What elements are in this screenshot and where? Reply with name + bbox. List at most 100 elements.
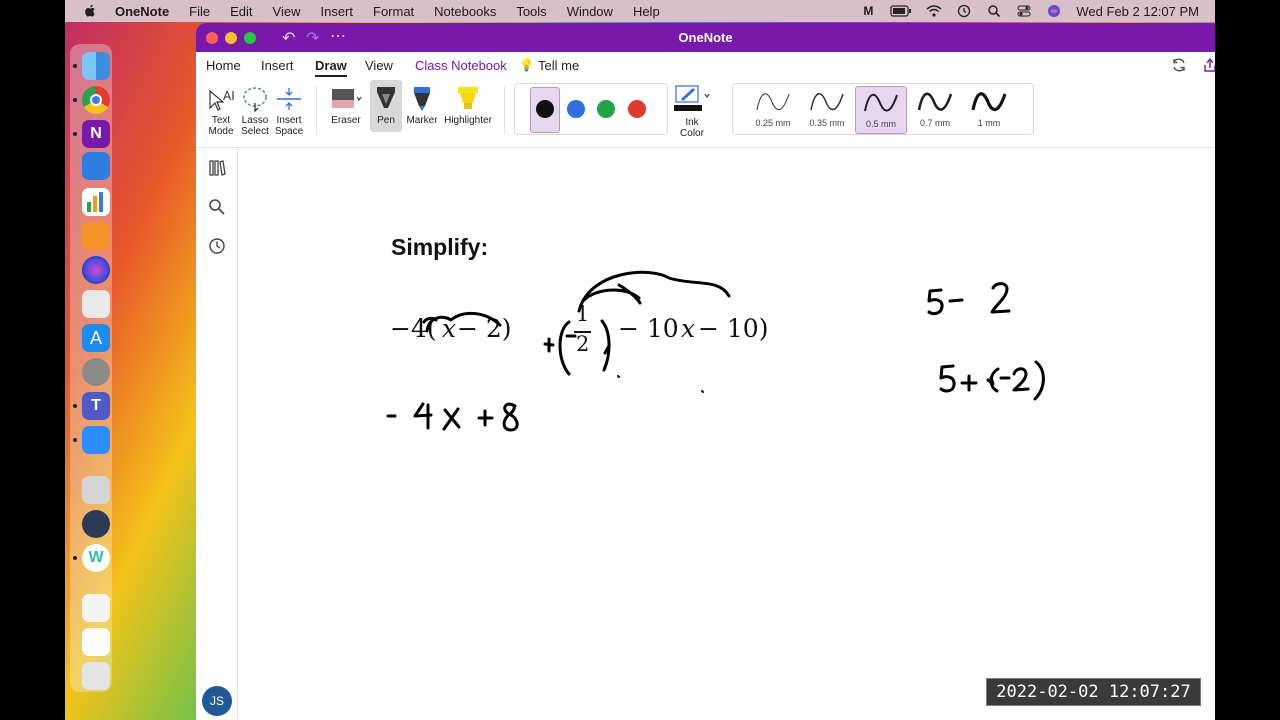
color-swatch-green[interactable] — [597, 100, 615, 118]
thickness-option-1mm[interactable]: 1 mm — [963, 86, 1015, 134]
desktop: OneNote File Edit View Insert Format Not… — [65, 0, 1215, 720]
menu-tools[interactable]: Tools — [516, 4, 546, 19]
chrome-icon[interactable] — [82, 86, 110, 114]
trash-icon[interactable] — [82, 662, 110, 690]
stroke-preview-icon — [917, 92, 953, 111]
color-swatch-red[interactable] — [628, 100, 646, 118]
color-swatch-black[interactable] — [536, 100, 554, 118]
stroke-preview-icon — [864, 93, 898, 112]
share-icon[interactable] — [1204, 57, 1215, 73]
numbers-icon[interactable] — [82, 188, 110, 216]
running-indicator — [73, 64, 77, 68]
tab-insert[interactable]: Insert — [261, 58, 294, 73]
keynote-icon[interactable] — [82, 152, 110, 180]
search-icon[interactable] — [207, 197, 227, 217]
marker-button[interactable]: Marker — [406, 86, 438, 126]
text-mode-icon: AI — [209, 89, 235, 111]
thickness-option-0-5mm[interactable]: 0.5 mm — [855, 86, 907, 134]
ink-color-palette — [514, 83, 668, 135]
stroke-preview-icon — [756, 93, 790, 111]
tab-view[interactable]: View — [365, 58, 393, 73]
stroke-preview-icon — [971, 92, 1007, 112]
running-indicator — [73, 98, 77, 102]
teams-icon[interactable]: T — [82, 392, 110, 420]
menu-insert[interactable]: Insert — [320, 4, 353, 19]
app-store-icon[interactable]: A — [82, 324, 110, 352]
apple-menu-icon[interactable] — [83, 4, 97, 18]
svg-text:AI: AI — [223, 89, 235, 103]
onenote-icon[interactable]: N — [82, 120, 110, 148]
wifi-icon[interactable] — [926, 4, 942, 18]
quicktime-icon[interactable] — [82, 510, 110, 538]
insert-space-label[interactable]: Insert Space — [275, 115, 303, 137]
siri-icon[interactable] — [1046, 4, 1062, 18]
time-machine-icon[interactable] — [956, 4, 972, 18]
sync-icon[interactable] — [1171, 57, 1187, 73]
thickness-option-0-35mm[interactable]: 0.35 mm — [801, 86, 853, 134]
highlighter-icon — [458, 87, 478, 109]
text-mode-label: Text Mode — [208, 115, 234, 137]
finder-icon[interactable] — [82, 52, 110, 80]
menu-file[interactable]: File — [189, 4, 210, 19]
tab-draw[interactable]: Draw — [315, 58, 347, 77]
menu-format[interactable]: Format — [373, 4, 414, 19]
menu-edit[interactable]: Edit — [230, 4, 252, 19]
ink-color-button[interactable]: Ink Color — [672, 84, 712, 139]
thickness-option-0-25mm[interactable]: 0.25 mm — [747, 86, 799, 134]
tab-class-notebook[interactable]: Class Notebook — [415, 58, 507, 73]
thickness-label: 0.35 mm — [809, 118, 845, 128]
thickness-option-0-7mm[interactable]: 0.7 mm — [909, 86, 961, 134]
mac-menu-bar: OneNote File Edit View Insert Format Not… — [65, 0, 1215, 22]
menu-help[interactable]: Help — [633, 4, 660, 19]
stroke-preview-icon — [810, 93, 844, 111]
screenshot-file-icon[interactable] — [82, 628, 110, 656]
preview-icon[interactable] — [82, 476, 110, 504]
ink-side-note-5-plus-neg-2 — [939, 360, 1045, 401]
text-mode-button[interactable]: AI Text Mode — [206, 86, 236, 137]
document-icon[interactable] — [82, 594, 110, 622]
battery-icon[interactable] — [890, 4, 912, 18]
note-canvas[interactable]: Simplify: −4( x − 2) 1 2 − 10 x − 10) — [239, 148, 1215, 720]
highlighter-button[interactable]: Highlighter — [440, 86, 496, 126]
tab-home[interactable]: Home — [206, 58, 241, 73]
eraser-icon — [332, 89, 362, 108]
menu-view[interactable]: View — [273, 4, 301, 19]
pen-thickness-gallery: 0.25 mm 0.35 mm 0.5 mm 0.7 mm 1 mm — [732, 83, 1034, 135]
ink-layer[interactable] — [239, 148, 1215, 720]
menu-app-name[interactable]: OneNote — [115, 4, 169, 19]
ink-handwritten-answer — [386, 402, 519, 432]
lasso-select-button[interactable]: Lasso Select — [240, 86, 270, 137]
color-swatch-blue[interactable] — [567, 100, 585, 118]
ink-dots — [617, 375, 704, 393]
running-indicator — [73, 556, 77, 560]
webex-icon[interactable]: W — [82, 544, 110, 572]
avatar[interactable]: JS — [202, 686, 232, 716]
recent-notes-clock-icon[interactable] — [207, 236, 227, 256]
eraser-label: Eraser — [331, 115, 361, 126]
ink-side-note-5-minus-2 — [927, 282, 1011, 316]
thickness-label: 1 mm — [977, 118, 1001, 128]
marker-icon — [414, 87, 430, 111]
notebooks-icon[interactable] — [207, 158, 227, 178]
recording-timestamp: 2022-02-02 12:07:27 — [986, 678, 1201, 706]
menubar-clock[interactable]: Wed Feb 2 12:07 PM — [1076, 4, 1199, 19]
malwarebytes-icon[interactable]: M — [860, 4, 876, 18]
insert-space-icon — [277, 88, 301, 110]
insert-space-button[interactable]: Insert Space — [274, 86, 304, 137]
pen-label: Pen — [377, 115, 395, 126]
tell-me-search[interactable]: Tell me — [538, 58, 579, 73]
menu-notebooks[interactable]: Notebooks — [434, 4, 496, 19]
pen-button[interactable]: Pen — [370, 80, 402, 132]
ribbon-tabs: Home Insert Draw View Class Notebook 💡 T… — [196, 52, 1215, 78]
thickness-label: 0.7 mm — [919, 118, 950, 128]
spotlight-search-icon[interactable] — [986, 4, 1002, 18]
zoom-icon[interactable] — [82, 426, 110, 454]
siri-app-icon[interactable] — [82, 256, 110, 284]
draw-ribbon: AI Text Mode Lasso Select Insert Space E… — [196, 78, 1215, 148]
pages-icon[interactable] — [82, 222, 110, 250]
menu-window[interactable]: Window — [567, 4, 613, 19]
control-center-icon[interactable] — [1016, 4, 1032, 18]
launchpad-icon[interactable] — [82, 290, 110, 318]
eraser-button[interactable]: Eraser — [328, 86, 364, 126]
system-preferences-icon[interactable] — [82, 358, 110, 386]
